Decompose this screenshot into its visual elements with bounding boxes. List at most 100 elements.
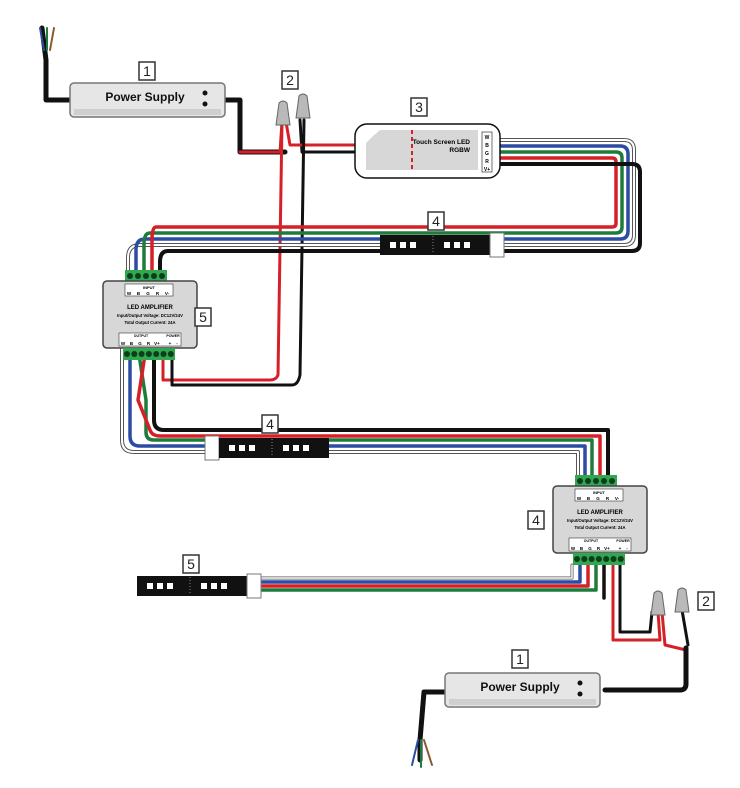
terminal-label: R: [485, 159, 489, 165]
svg-text:5: 5: [199, 309, 207, 325]
svg-text:2: 2: [286, 72, 294, 88]
terminal-label: V+: [484, 167, 490, 173]
terminal-screw: [167, 351, 174, 357]
input-header: INPUT: [593, 490, 606, 495]
amplifier-title: LED AMPLIFIER: [577, 510, 623, 516]
terminal-screw: [603, 556, 610, 562]
terminal-label: G: [485, 151, 489, 157]
output-header: OUTPUT: [134, 334, 149, 338]
terminal-label: V-: [165, 291, 170, 296]
terminal-screw: [595, 556, 602, 562]
led-amplifier-top: INPUTW B G R V-LED AMPLIFIERInput/Output Vol…: [102, 270, 198, 360]
label-2: 2: [281, 70, 299, 90]
wire-red: [238, 120, 284, 154]
output-header: OUTPUT: [584, 539, 599, 543]
terminal-label: +: [619, 546, 622, 551]
amplifier-spec: Input/Output Voltage: DC12V/24V: [117, 313, 183, 318]
wire-black-power: [618, 563, 654, 634]
terminal-label: +: [169, 341, 172, 346]
wire-black: [298, 118, 362, 154]
terminal-screw: [588, 556, 595, 562]
wire-nut-connector: [295, 93, 311, 119]
terminal-screw: [609, 478, 615, 484]
label-2: 2: [697, 591, 715, 611]
controller-line2: RGBW: [449, 147, 470, 154]
svg-text:4: 4: [532, 512, 540, 528]
wire-nut-connector: [650, 590, 666, 616]
label-5: 5: [182, 554, 200, 574]
strip-connector: [489, 232, 505, 258]
svg-text:5: 5: [187, 556, 195, 572]
wire-nut-connector: [674, 587, 690, 613]
terminal-screw: [138, 351, 145, 357]
terminal-screw: [127, 273, 133, 279]
amplifier-spec: Total Output Current: 24A: [124, 320, 175, 325]
terminal-label: V-: [615, 496, 620, 501]
terminal-screw: [153, 351, 160, 357]
mains-cable-top: [39, 25, 73, 103]
terminal-screw: [159, 273, 165, 279]
mains-cable-bottom: [411, 689, 448, 768]
terminal-screw: [585, 478, 591, 484]
led-strip-top: [379, 234, 491, 256]
dc-cable-bottom: [602, 645, 689, 693]
label-4: 4: [527, 510, 545, 530]
terminal-screw: [151, 273, 157, 279]
power-supply-top: Power Supply: [69, 82, 226, 118]
power-supply-title: Power Supply: [480, 680, 560, 694]
led-strip-bottom: [136, 575, 248, 597]
terminal-label: G: [138, 341, 142, 346]
amplifier-title: LED AMPLIFIER: [127, 305, 173, 311]
led-strip-middle: [218, 437, 330, 459]
amplifier-spec: Input/Output Voltage: DC12V/24V: [567, 518, 633, 523]
input-header: INPUT: [143, 285, 156, 290]
touch-screen-controller: Touch Screen LED RGBW W B G R V+: [354, 123, 501, 179]
svg-text:4: 4: [432, 213, 440, 229]
wiring-diagram: Power Supply Power Supply Touch Screen L…: [0, 0, 740, 788]
label-5: 5: [194, 307, 212, 327]
label-4: 4: [427, 211, 445, 231]
terminal-label: B: [485, 143, 489, 149]
power-header: POWER: [166, 334, 180, 338]
svg-text:4: 4: [266, 416, 274, 432]
led-amplifier-bottom: INPUTW B G R V-LED AMPLIFIERInput/Output Vol…: [552, 475, 648, 565]
terminal-screw: [160, 351, 167, 357]
strip-connector: [204, 435, 220, 461]
terminal-screw: [143, 273, 149, 279]
terminal-label: G: [596, 496, 600, 501]
terminal-screw: [581, 556, 588, 562]
terminal-screw: [617, 556, 624, 562]
wire-black: [680, 608, 690, 647]
diagram-canvas: Power Supply Power Supply Touch Screen L…: [39, 25, 715, 768]
svg-text:1: 1: [143, 63, 151, 79]
terminal-label: G: [146, 291, 150, 296]
label-1: 1: [511, 649, 529, 669]
dc-cable-top: [222, 97, 288, 155]
svg-text:2: 2: [702, 593, 710, 609]
terminal-screw: [601, 478, 607, 484]
terminal-label: W: [485, 135, 490, 141]
wire-red: [284, 120, 358, 147]
strip-connector: [246, 573, 262, 599]
terminal-screw: [131, 351, 138, 357]
svg-text:1: 1: [516, 651, 524, 667]
label-1: 1: [138, 61, 156, 81]
terminal-label: G: [588, 546, 592, 551]
terminal-screw: [135, 273, 141, 279]
terminal-screw: [610, 556, 617, 562]
terminal-label: V+: [154, 341, 160, 346]
terminal-screw: [577, 478, 583, 484]
terminal-screw: [124, 351, 130, 357]
power-supply-bottom: Power Supply: [444, 672, 601, 708]
power-header: POWER: [616, 539, 630, 543]
terminal-label: V+: [604, 546, 610, 551]
label-3: 3: [410, 97, 428, 117]
terminal-screw: [145, 351, 152, 357]
label-4: 4: [261, 414, 279, 434]
terminal-screw: [574, 556, 580, 562]
power-supply-title: Power Supply: [105, 90, 185, 104]
terminal-screw: [593, 478, 599, 484]
wire-nut-connector: [275, 100, 291, 126]
amplifier-spec: Total Output Current: 24A: [574, 525, 625, 530]
controller-line1: Touch Screen LED: [413, 139, 471, 146]
